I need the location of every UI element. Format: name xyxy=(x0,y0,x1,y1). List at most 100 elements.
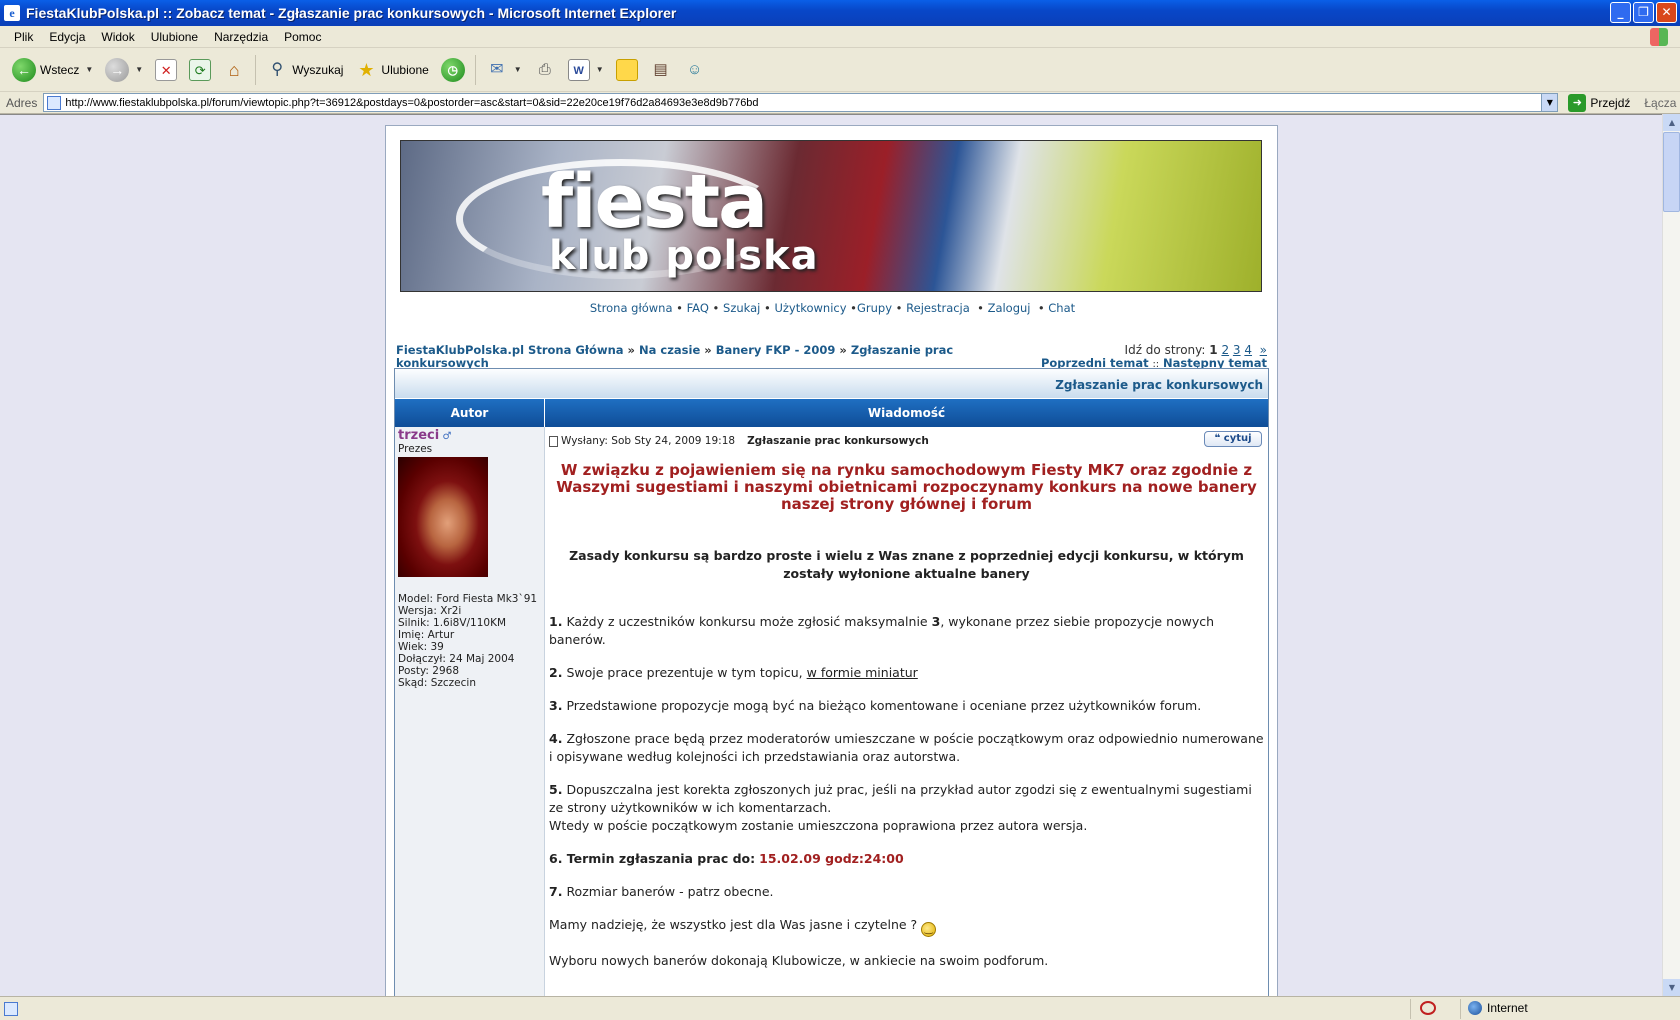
rule-4: 4. Zgłoszone prace będą przez moderatoró… xyxy=(549,731,1264,764)
crumb-root[interactable]: FiestaKlubPolska.pl Strona Główna xyxy=(396,343,624,357)
minimize-button[interactable]: _ xyxy=(1610,2,1631,23)
edit-button[interactable]: W ▼ xyxy=(562,55,610,85)
address-input[interactable]: http://www.fiestaklubpolska.pl/forum/vie… xyxy=(43,93,1559,112)
go-button[interactable]: ➜ Przejdź xyxy=(1568,93,1631,112)
menu-edit[interactable]: Edycja xyxy=(41,28,93,46)
zone-label: Internet xyxy=(1487,1001,1528,1015)
toolbar: ← Wstecz ▼ → ▼ ✕ ⟳ ⌂ ⚲ Wyszukaj ★ Ulubio… xyxy=(0,48,1680,92)
menu-help[interactable]: Pomoc xyxy=(276,28,329,46)
mail-icon: ✉ xyxy=(490,60,504,78)
nav-home[interactable]: Strona główna xyxy=(590,301,673,315)
topic-title[interactable]: Zgłaszanie prac konkursowych xyxy=(1055,378,1263,392)
thumbnail-link[interactable]: w formie miniatur xyxy=(807,665,918,680)
quote-button[interactable]: ❝ cytuj xyxy=(1204,431,1262,447)
search-label: Wyszukaj xyxy=(292,62,344,77)
nav-register[interactable]: Rejestracja xyxy=(906,301,970,315)
home-icon: ⌂ xyxy=(228,59,240,80)
globe-icon xyxy=(1468,1001,1482,1015)
rule-5: 5. Dopuszczalna jest korekta zgłoszonych… xyxy=(549,782,1252,833)
edit-dropdown-icon[interactable]: ▼ xyxy=(596,65,604,74)
author-posts: Posty: 2968 xyxy=(398,665,460,677)
nav-login[interactable]: Zaloguj xyxy=(988,301,1031,315)
author-model: Model: Ford Fiesta Mk3`91 xyxy=(398,593,538,605)
history-button[interactable]: ◷ xyxy=(435,54,471,86)
vertical-scrollbar[interactable]: ▲ ▼ xyxy=(1662,114,1680,996)
status-divider xyxy=(1460,999,1461,1019)
mail-button[interactable]: ✉ ▼ xyxy=(480,55,528,85)
address-bar: Adres http://www.fiestaklubpolska.pl/for… xyxy=(0,92,1680,114)
links-button[interactable]: Łącza xyxy=(1644,96,1676,110)
menu-favorites[interactable]: Ulubione xyxy=(143,28,206,46)
windows-logo-icon xyxy=(1650,28,1668,46)
scroll-up-icon[interactable]: ▲ xyxy=(1663,114,1680,131)
author-engine: Silnik: 1.6i8V/110KM xyxy=(398,617,507,629)
stop-button[interactable]: ✕ xyxy=(149,55,183,85)
menu-file[interactable]: Plik xyxy=(6,28,41,46)
post-header: Wysłany: Sob Sty 24, 2009 19:18 Zgłaszan… xyxy=(549,430,1264,452)
stop-icon: ✕ xyxy=(155,58,178,81)
announcement-heading: W związku z pojawieniem się na rynku sam… xyxy=(556,461,1257,513)
title-bar: e FiestaKlubPolska.pl :: Zobacz temat - … xyxy=(0,0,1680,26)
address-dropdown-icon[interactable]: ▼ xyxy=(1541,94,1558,111)
go-label: Przejdź xyxy=(1590,95,1631,110)
avatar xyxy=(398,457,488,577)
table-header: Autor Wiadomość xyxy=(395,399,1268,427)
author-version: Wersja: Xr2i xyxy=(398,605,462,617)
forward-dropdown-icon[interactable]: ▼ xyxy=(135,65,143,74)
favorites-button[interactable]: ★ Ulubione xyxy=(349,55,434,85)
scroll-thumb[interactable] xyxy=(1663,132,1680,212)
mail-dropdown-icon[interactable]: ▼ xyxy=(514,65,522,74)
maximize-button[interactable]: ❐ xyxy=(1633,2,1654,23)
close-button[interactable]: ✕ xyxy=(1656,2,1677,23)
research-button[interactable]: ▤ xyxy=(644,55,678,85)
back-dropdown-icon[interactable]: ▼ xyxy=(85,65,93,74)
address-label: Adres xyxy=(6,95,38,110)
pager-next[interactable]: » xyxy=(1260,343,1267,357)
url-text[interactable]: http://www.fiestaklubpolska.pl/forum/vie… xyxy=(65,97,1541,109)
pager-page-2[interactable]: 2 xyxy=(1221,343,1229,357)
back-arrow-icon: ← xyxy=(12,57,36,82)
crumb-forum[interactable]: Banery FKP - 2009 xyxy=(716,343,836,357)
notes-button[interactable] xyxy=(610,55,644,85)
printer-icon: ⎙ xyxy=(538,60,551,78)
status-divider xyxy=(1410,999,1411,1019)
post-subject: Zgłaszanie prac konkursowych xyxy=(747,435,929,447)
nav-search[interactable]: Szukaj xyxy=(723,301,760,315)
menu-bar: Plik Edycja Widok Ulubione Narzędzia Pom… xyxy=(0,26,1680,48)
nav-groups[interactable]: Grupy xyxy=(857,301,892,315)
smiley-icon: ‿ xyxy=(921,922,937,937)
pager-page-4[interactable]: 4 xyxy=(1244,343,1252,357)
popup-blocked-icon[interactable] xyxy=(1420,1001,1436,1015)
rule-2: 2. Swoje prace prezentuje w tym topicu, … xyxy=(549,665,918,680)
top-nav: Strona główna • FAQ • Szukaj • Użytkowni… xyxy=(589,301,1076,315)
pager-page-3[interactable]: 3 xyxy=(1233,343,1241,357)
home-button[interactable]: ⌂ xyxy=(217,55,251,85)
nav-faq[interactable]: FAQ xyxy=(687,301,709,315)
quote-label: cytuj xyxy=(1223,433,1252,444)
author-joined: Dołączył: 24 Maj 2004 xyxy=(398,653,515,665)
search-button[interactable]: ⚲ Wyszukaj xyxy=(260,55,349,85)
messenger-button[interactable]: ☺ xyxy=(678,55,712,85)
voting-text: Wyboru nowych banerów dokonają Klubowicz… xyxy=(549,953,1049,968)
pagination: Idź do strony: 1 2 3 4 » Poprzedni temat… xyxy=(1041,344,1267,371)
crumb-category[interactable]: Na czasie xyxy=(639,343,700,357)
forward-button[interactable]: → ▼ xyxy=(99,54,149,86)
post-date: Wysłany: Sob Sty 24, 2009 19:18 xyxy=(561,435,736,447)
menu-tools[interactable]: Narzędzia xyxy=(206,28,276,46)
nav-users[interactable]: Użytkownicy xyxy=(774,301,846,315)
post-table: Zgłaszanie prac konkursowych Autor Wiado… xyxy=(394,368,1269,996)
refresh-button[interactable]: ⟳ xyxy=(183,55,217,85)
print-button[interactable]: ⎙ xyxy=(528,55,562,85)
scroll-down-icon[interactable]: ▼ xyxy=(1663,979,1680,996)
site-banner[interactable]: fiesta klub polska xyxy=(400,140,1262,292)
back-label: Wstecz xyxy=(40,62,80,77)
author-rank: Prezes xyxy=(398,443,433,455)
rule-1: 1. Każdy z uczestników konkursu może zgł… xyxy=(549,614,1215,647)
menu-view[interactable]: Widok xyxy=(93,28,142,46)
nav-chat[interactable]: Chat xyxy=(1048,301,1075,315)
back-button[interactable]: ← Wstecz ▼ xyxy=(6,54,99,86)
author-name[interactable]: trzeci xyxy=(398,428,439,443)
window-title: FiestaKlubPolska.pl :: Zobacz temat - Zg… xyxy=(26,5,677,21)
pager-current: 1 xyxy=(1209,343,1218,357)
topic-title-bar: Zgłaszanie prac konkursowych xyxy=(395,369,1268,399)
